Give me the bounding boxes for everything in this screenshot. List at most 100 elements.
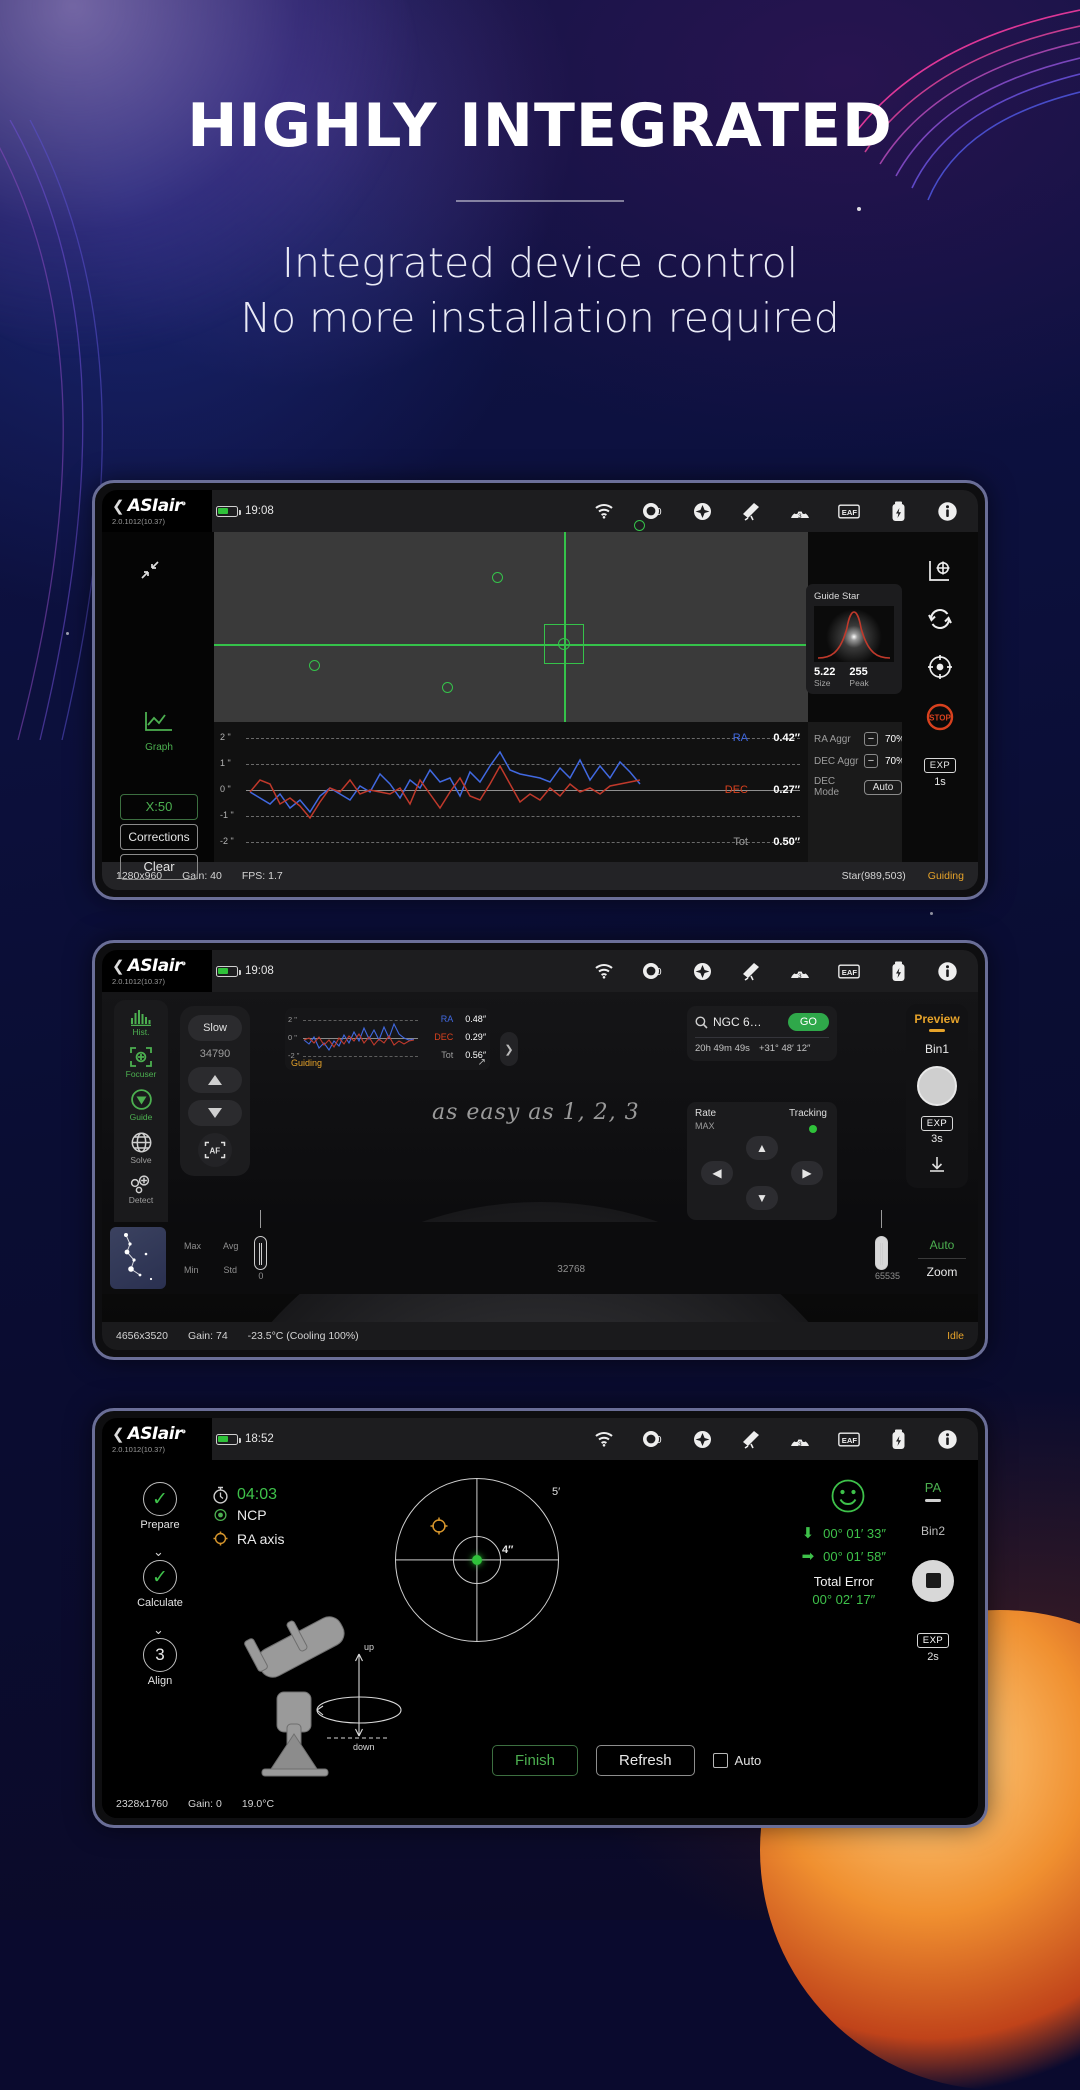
- graph-ytick: 1 ": [220, 758, 231, 768]
- step-calculate[interactable]: ✓ Calculate: [124, 1560, 196, 1609]
- goto-target-input[interactable]: NGC 6…: [713, 1015, 783, 1029]
- guiding-settings-panel: RA Aggr − 70% + DEC Aggr − 70% + DEC Mod…: [808, 722, 926, 862]
- pa-mode-label[interactable]: PA: [902, 1480, 964, 1495]
- auto-checkbox[interactable]: [712, 1753, 728, 1768]
- clear-button[interactable]: Clear: [120, 854, 198, 880]
- guide-star-title: Guide Star: [814, 591, 860, 602]
- histogram-black-slider[interactable]: [254, 1235, 268, 1270]
- app-brand[interactable]: ❮ ASIair ◕ 2.0.1012(10.37): [102, 950, 212, 992]
- wifi-icon[interactable]: [593, 960, 615, 982]
- app-brand[interactable]: ❮ ASIair ◕ 2.0.1012(10.37): [102, 490, 212, 532]
- panel-collapse-handle[interactable]: ❯: [500, 1032, 518, 1066]
- graph-label: Graph: [145, 742, 173, 753]
- dec-mode-row[interactable]: DEC Mode Auto: [814, 776, 902, 798]
- filterwheel-icon[interactable]: 3: [789, 1428, 811, 1450]
- power-icon[interactable]: [887, 960, 909, 982]
- collapse-icon[interactable]: [140, 560, 160, 585]
- eaf-icon[interactable]: EAF: [838, 960, 860, 982]
- series-label-ra: RA: [732, 732, 748, 744]
- finish-button[interactable]: Finish: [492, 1745, 579, 1776]
- info-icon[interactable]: [936, 960, 958, 982]
- telescope-icon[interactable]: [740, 1428, 762, 1450]
- go-button[interactable]: GO: [787, 1013, 829, 1031]
- sidebar-item-guide[interactable]: Guide: [130, 1088, 153, 1122]
- focuser-speed-button[interactable]: Slow: [188, 1015, 242, 1041]
- camera-icon[interactable]: 0: [642, 960, 664, 982]
- exposure-control[interactable]: EXP 1s: [919, 758, 961, 788]
- expand-icon[interactable]: ↗: [478, 1057, 486, 1068]
- back-icon[interactable]: ❮: [112, 499, 125, 514]
- step-prepare[interactable]: ✓ Prepare: [124, 1482, 196, 1531]
- sidebar-item-focuser[interactable]: Focuser: [126, 1046, 156, 1079]
- calibrate-button[interactable]: [919, 558, 961, 584]
- back-icon[interactable]: ❮: [112, 1427, 125, 1442]
- filterwheel-icon[interactable]: 3: [789, 500, 811, 522]
- dpad-right-button[interactable]: ▶: [791, 1161, 823, 1185]
- hist-zoom-button[interactable]: Zoom: [906, 1265, 978, 1279]
- focus-target-icon[interactable]: [691, 500, 713, 522]
- wifi-icon[interactable]: [593, 500, 615, 522]
- total-error-label: Total Error: [813, 1574, 874, 1589]
- hist-min-label: Min: [184, 1265, 199, 1275]
- exposure-control[interactable]: EXP 2s: [902, 1630, 964, 1663]
- focus-target-icon[interactable]: [691, 960, 713, 982]
- focuser-up-button[interactable]: [188, 1067, 242, 1093]
- exposure-control[interactable]: EXP 3s: [920, 1115, 954, 1145]
- eaf-icon[interactable]: EAF: [838, 1428, 860, 1450]
- status-state: Idle: [947, 1330, 964, 1342]
- auto-checkbox-row[interactable]: Auto: [712, 1753, 761, 1768]
- bin-selector[interactable]: Bin1: [925, 1042, 949, 1056]
- rate-label: Rate: [695, 1108, 717, 1119]
- dpad-down-button[interactable]: ▼: [746, 1186, 778, 1210]
- step-chevron-icon: ⌄: [153, 1622, 164, 1637]
- guide-preview-image[interactable]: [214, 520, 808, 722]
- stop-button[interactable]: STOP: [919, 702, 961, 732]
- hist-auto-button[interactable]: Auto: [906, 1238, 978, 1252]
- guiding-graph[interactable]: 2 " 1 " 0 " -1 " -2 " RA 0.42″ DEC 0.27″: [214, 722, 808, 862]
- guide-mini-widget[interactable]: 2 " 0 " -2 " RA 0.48″ DEC 0.29″ Tot 0.56″ G…: [285, 1008, 490, 1070]
- focuser-down-button[interactable]: [188, 1100, 242, 1126]
- step-align[interactable]: 3 Align: [124, 1638, 196, 1687]
- info-icon[interactable]: [936, 500, 958, 522]
- capture-mode-label[interactable]: Preview: [914, 1012, 959, 1026]
- dpad-up-button[interactable]: ▲: [746, 1136, 778, 1160]
- camera-icon[interactable]: 0: [642, 1428, 664, 1450]
- telescope-icon[interactable]: [740, 960, 762, 982]
- corrections-button[interactable]: Corrections: [120, 824, 198, 850]
- ra-aggr-minus[interactable]: −: [864, 732, 878, 746]
- power-icon[interactable]: [887, 500, 909, 522]
- shutter-button[interactable]: [917, 1065, 957, 1106]
- x-scale-button[interactable]: X:50: [120, 794, 198, 820]
- dec-mode-value[interactable]: Auto: [864, 779, 902, 795]
- focus-target-icon[interactable]: [691, 1428, 713, 1450]
- refresh-button[interactable]: Refresh: [596, 1745, 695, 1776]
- sidebar-item-hist[interactable]: Hist.: [129, 1008, 153, 1037]
- app-brand[interactable]: ❮ ASIair ◕ 2.0.1012(10.37): [102, 1418, 212, 1460]
- dec-aggr-minus[interactable]: −: [864, 754, 878, 768]
- polar-align-stage: ✓ Prepare ⌄ ✓ Calculate ⌄ 3 Align 04:03: [102, 1460, 978, 1790]
- back-icon[interactable]: ❮: [112, 959, 125, 974]
- status-resolution: 2328x1760: [116, 1798, 168, 1810]
- refresh-button[interactable]: [919, 606, 961, 632]
- dpad-left-button[interactable]: ◀: [701, 1161, 733, 1185]
- power-icon[interactable]: [887, 1428, 909, 1450]
- target-button[interactable]: [919, 654, 961, 680]
- graph-toggle[interactable]: Graph: [132, 710, 186, 753]
- sidebar-label-hist: Hist.: [132, 1027, 150, 1037]
- info-icon[interactable]: [936, 1428, 958, 1450]
- telescope-icon[interactable]: [740, 500, 762, 522]
- bin-selector[interactable]: Bin2: [902, 1524, 964, 1538]
- histogram-white-slider[interactable]: [874, 1235, 888, 1270]
- polar-inner-label: 4″: [502, 1544, 514, 1556]
- wifi-icon[interactable]: [593, 1428, 615, 1450]
- autofocus-button[interactable]: AF: [198, 1133, 232, 1167]
- filterwheel-icon[interactable]: 3: [789, 960, 811, 982]
- guide-icon: [130, 1089, 152, 1110]
- preview-thumbnail[interactable]: [110, 1227, 166, 1289]
- camera-icon[interactable]: 0: [642, 500, 664, 522]
- download-icon[interactable]: [927, 1155, 947, 1180]
- sidebar-item-detect[interactable]: Detect: [129, 1174, 153, 1205]
- stop-capture-button[interactable]: [912, 1559, 954, 1602]
- sidebar-item-solve[interactable]: Solve: [130, 1131, 153, 1165]
- eaf-icon[interactable]: EAF: [838, 500, 860, 522]
